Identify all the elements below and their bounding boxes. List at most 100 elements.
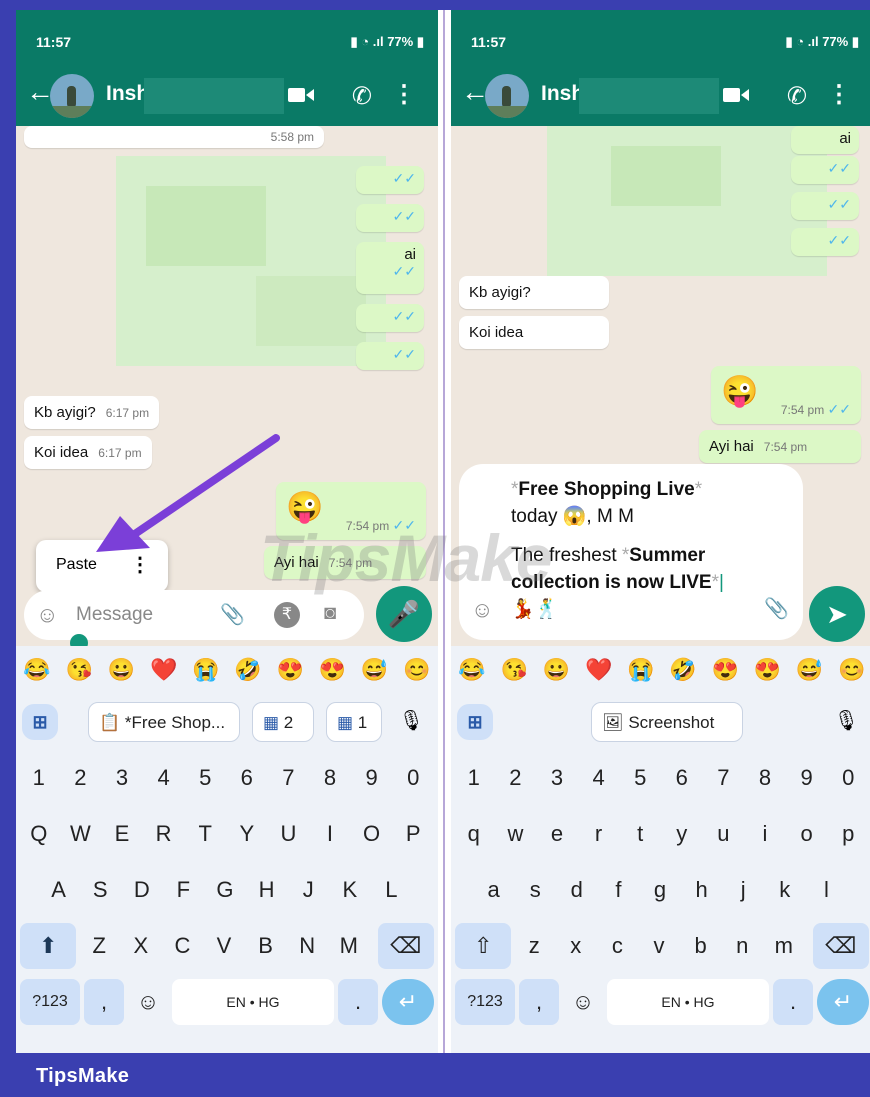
- emoji-keyboard-key[interactable]: ☺: [126, 979, 170, 1025]
- emoji-suggestion[interactable]: 😘: [66, 657, 93, 683]
- message-bubble[interactable]: 😜 7:54 pm ✓✓: [711, 366, 861, 424]
- key-z[interactable]: z: [515, 923, 553, 969]
- key-z[interactable]: Z: [80, 923, 118, 969]
- key-h[interactable]: H: [248, 867, 286, 913]
- key-l[interactable]: L: [373, 867, 411, 913]
- key-l[interactable]: l: [808, 867, 846, 913]
- key-y[interactable]: y: [663, 811, 701, 857]
- key-0[interactable]: 0: [394, 755, 432, 801]
- voice-input-icon[interactable]: 🎙: [399, 708, 424, 733]
- key-4[interactable]: 4: [580, 755, 618, 801]
- key-o[interactable]: O: [353, 811, 391, 857]
- enter-key[interactable]: ↵: [817, 979, 869, 1025]
- key-m[interactable]: M: [330, 923, 368, 969]
- key-e[interactable]: E: [103, 811, 141, 857]
- key-b[interactable]: b: [682, 923, 720, 969]
- key-r[interactable]: R: [145, 811, 183, 857]
- send-button[interactable]: ➤: [809, 586, 865, 642]
- period-key[interactable]: .: [773, 979, 813, 1025]
- key-u[interactable]: u: [705, 811, 743, 857]
- key-x[interactable]: x: [557, 923, 595, 969]
- key-i[interactable]: i: [746, 811, 784, 857]
- key-4[interactable]: 4: [145, 755, 183, 801]
- emoji-suggestion[interactable]: 😍: [754, 657, 781, 683]
- voice-call-icon[interactable]: ✆: [352, 82, 372, 111]
- message-bubble[interactable]: Ayi hai 7:54 pm: [699, 430, 861, 463]
- emoji-suggestion[interactable]: 😭: [627, 657, 654, 683]
- message-input[interactable]: Message: [76, 604, 153, 626]
- emoji-suggestion[interactable]: 😘: [501, 657, 528, 683]
- symbols-key[interactable]: ?123: [455, 979, 515, 1025]
- backspace-key[interactable]: ⌫: [812, 923, 869, 969]
- key-e[interactable]: e: [538, 811, 576, 857]
- contact-avatar[interactable]: [485, 74, 529, 118]
- emoji-suggestion[interactable]: 🤣: [234, 657, 261, 683]
- key-1[interactable]: 1: [20, 755, 58, 801]
- space-key[interactable]: EN • HG: [172, 979, 334, 1025]
- key-7[interactable]: 7: [270, 755, 308, 801]
- key-6[interactable]: 6: [228, 755, 266, 801]
- key-s[interactable]: S: [81, 867, 119, 913]
- key-6[interactable]: 6: [663, 755, 701, 801]
- contact-name[interactable]: Insh: [106, 82, 149, 106]
- message-bubble[interactable]: Kb ayigi? 6:17 pm: [24, 396, 160, 429]
- emoji-suggestion[interactable]: 😍: [277, 657, 304, 683]
- key-w[interactable]: w: [497, 811, 535, 857]
- key-q[interactable]: q: [455, 811, 493, 857]
- key-c[interactable]: C: [164, 923, 202, 969]
- key-b[interactable]: B: [247, 923, 285, 969]
- period-key[interactable]: .: [338, 979, 378, 1025]
- key-v[interactable]: V: [205, 923, 243, 969]
- emoji-suggestion[interactable]: 😊: [838, 657, 865, 683]
- emoji-suggestion[interactable]: 😀: [108, 657, 135, 683]
- voice-input-icon[interactable]: 🎙: [834, 708, 859, 733]
- key-d[interactable]: D: [123, 867, 161, 913]
- key-j[interactable]: j: [724, 867, 762, 913]
- key-5[interactable]: 5: [186, 755, 224, 801]
- video-call-icon[interactable]: [288, 86, 314, 104]
- message-bubble[interactable]: ai ✓✓: [356, 242, 424, 294]
- key-8[interactable]: 8: [746, 755, 784, 801]
- attach-icon[interactable]: 📎: [764, 596, 789, 623]
- key-a[interactable]: a: [475, 867, 513, 913]
- emoji-suggestion[interactable]: 😂: [458, 657, 485, 683]
- key-a[interactable]: A: [40, 867, 78, 913]
- key-2[interactable]: 2: [497, 755, 535, 801]
- key-8[interactable]: 8: [311, 755, 349, 801]
- emoji-suggestion[interactable]: 😍: [319, 657, 346, 683]
- message-bubble[interactable]: ✓✓: [791, 192, 859, 220]
- key-h[interactable]: h: [683, 867, 721, 913]
- clipboard-suggestion[interactable]: ▦ 1: [326, 702, 382, 742]
- emoji-suggestion[interactable]: 😊: [403, 657, 430, 683]
- emoji-suggestion[interactable]: 😅: [361, 657, 388, 683]
- key-p[interactable]: P: [394, 811, 432, 857]
- key-o[interactable]: o: [788, 811, 826, 857]
- attach-icon[interactable]: 📎: [220, 602, 245, 627]
- key-u[interactable]: U: [270, 811, 308, 857]
- key-t[interactable]: t: [621, 811, 659, 857]
- key-c[interactable]: c: [599, 923, 637, 969]
- key-p[interactable]: p: [829, 811, 867, 857]
- emoji-icon[interactable]: ☺: [471, 596, 493, 623]
- key-g[interactable]: g: [641, 867, 679, 913]
- key-d[interactable]: d: [558, 867, 596, 913]
- key-5[interactable]: 5: [621, 755, 659, 801]
- more-options-icon[interactable]: ⋮: [392, 80, 416, 109]
- key-9[interactable]: 9: [788, 755, 826, 801]
- message-bubble[interactable]: 5:58 pm: [24, 126, 324, 148]
- backspace-key[interactable]: ⌫: [377, 923, 434, 969]
- apps-grid-icon[interactable]: ⊞: [22, 704, 58, 740]
- rupee-icon[interactable]: ₹: [274, 602, 300, 628]
- key-0[interactable]: 0: [829, 755, 867, 801]
- enter-key[interactable]: ↵: [382, 979, 434, 1025]
- space-key[interactable]: EN • HG: [607, 979, 769, 1025]
- key-7[interactable]: 7: [705, 755, 743, 801]
- message-bubble[interactable]: Koi idea: [459, 316, 609, 349]
- message-bubble[interactable]: ai: [791, 126, 859, 154]
- contact-name[interactable]: Insh: [541, 82, 584, 106]
- key-f[interactable]: f: [600, 867, 638, 913]
- message-input-bar[interactable]: ☺ Message 📎 ₹ ◙: [24, 590, 364, 640]
- key-k[interactable]: k: [766, 867, 804, 913]
- apps-grid-icon[interactable]: ⊞: [457, 704, 493, 740]
- key-q[interactable]: Q: [20, 811, 58, 857]
